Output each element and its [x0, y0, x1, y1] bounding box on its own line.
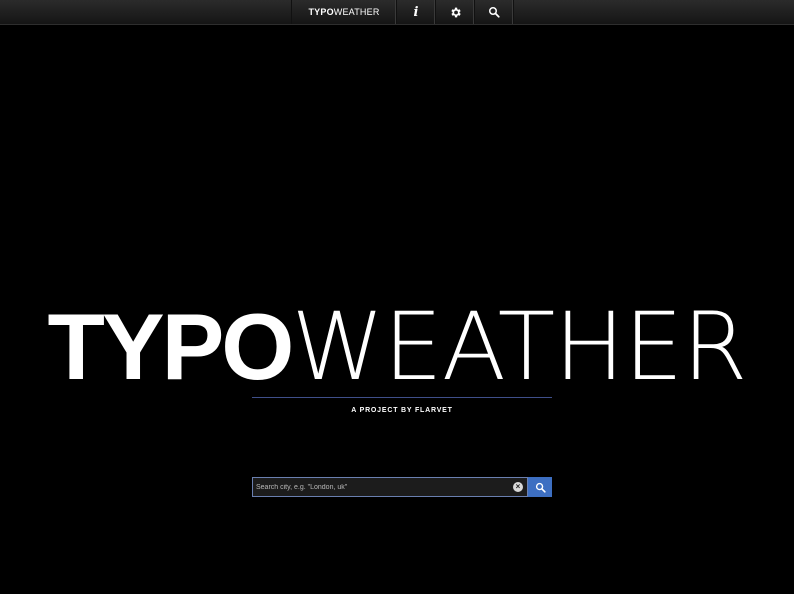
gear-icon — [450, 7, 461, 17]
hero-title-light: WEATHER — [291, 293, 747, 402]
brand-light: WEATHER — [333, 7, 380, 17]
nav-search-button[interactable] — [475, 0, 514, 24]
info-button[interactable]: i — [397, 0, 436, 24]
top-nav: TYPO WEATHER i — [291, 0, 514, 24]
info-icon: i — [413, 4, 419, 20]
search-field: × — [252, 477, 528, 497]
clear-icon[interactable]: × — [513, 482, 523, 492]
search-icon — [535, 482, 546, 493]
top-bar: TYPO WEATHER i — [0, 0, 794, 25]
brand-link[interactable]: TYPO WEATHER — [292, 0, 397, 24]
tagline: A PROJECT BY FLARVET — [351, 407, 453, 414]
settings-button[interactable] — [436, 0, 475, 24]
city-search-input[interactable] — [253, 478, 514, 496]
search-icon — [489, 7, 500, 18]
hero-title: TYPOWEATHER — [0, 300, 794, 395]
hero-title-bold: TYPO — [47, 294, 294, 399]
city-search: × — [252, 477, 552, 497]
hero-divider — [252, 397, 552, 398]
brand-bold: TYPO — [308, 7, 334, 17]
search-submit-button[interactable] — [528, 477, 552, 497]
